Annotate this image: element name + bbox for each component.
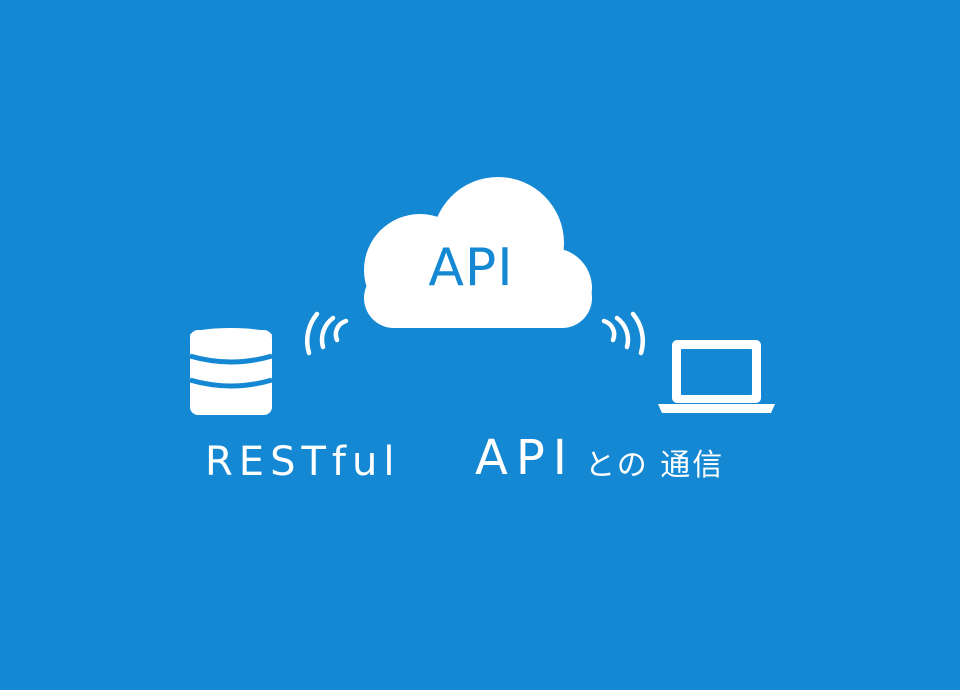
- caption-japanese-text: との 通信: [585, 448, 725, 483]
- laptop-icon: [658, 340, 775, 413]
- caption-restful-text: RESTful: [205, 439, 401, 485]
- diagram-canvas: API RESTful API との 通信: [0, 0, 960, 690]
- diagram-caption: RESTful API との 通信: [205, 430, 765, 493]
- diagram-art: [189, 177, 775, 415]
- wireless-signal-left-icon: [305, 311, 349, 356]
- wireless-signal-right-icon: [601, 311, 645, 356]
- caption-api-text: API: [475, 430, 575, 486]
- database-icon: [189, 328, 273, 415]
- cloud-api-label: API: [428, 238, 514, 298]
